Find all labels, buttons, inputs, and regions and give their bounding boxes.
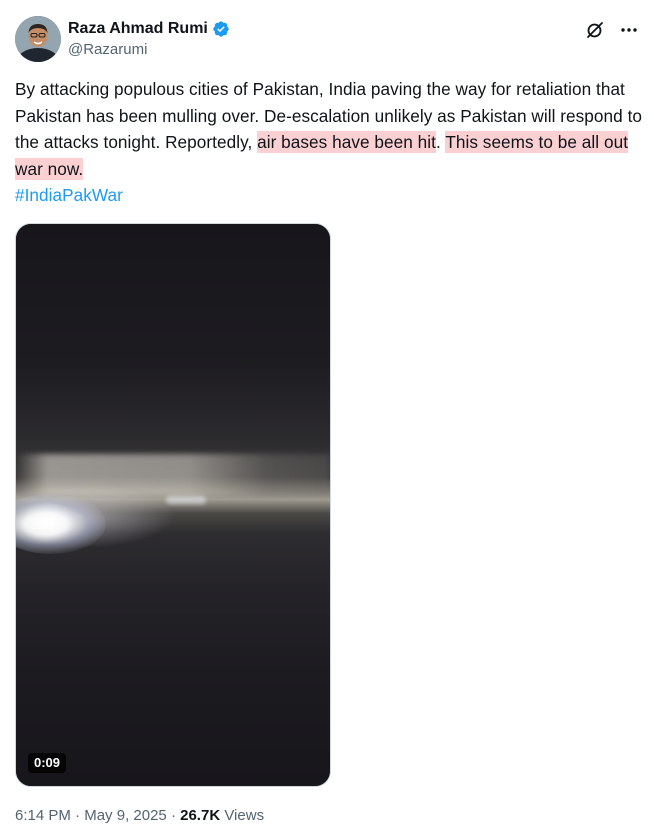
author-info: Raza Ahmad Rumi @Razarumi (68, 18, 230, 58)
video-player[interactable]: 0:09 (15, 223, 331, 787)
header-actions (585, 20, 639, 40)
views-count: 26.7K (180, 807, 221, 824)
avatar[interactable] (15, 16, 61, 62)
tweet-text: By attacking populous cities of Pakistan… (15, 76, 643, 209)
hashtag-link[interactable]: #IndiaPakWar (15, 182, 643, 209)
tweet-header: Raza Ahmad Rumi @Razarumi (15, 16, 639, 64)
tweet-date[interactable]: May 9, 2025 (84, 807, 167, 824)
verified-badge-icon (212, 20, 230, 38)
tweet-text-period: . (435, 132, 441, 152)
video-light-streak (16, 454, 330, 496)
tweet-meta: 6:14 PM · May 9, 2025 · 26.7K Views (15, 807, 264, 824)
author-handle[interactable]: @Razarumi (68, 41, 230, 58)
meta-separator: · (166, 807, 181, 824)
more-icon[interactable] (619, 20, 639, 40)
video-light-spot (166, 496, 206, 504)
video-duration-badge: 0:09 (28, 753, 67, 773)
grok-icon[interactable] (585, 20, 605, 40)
author-display-name[interactable]: Raza Ahmad Rumi (68, 20, 208, 38)
views-label: Views (224, 807, 265, 824)
meta-separator: · (70, 807, 85, 824)
tweet-time[interactable]: 6:14 PM (15, 807, 71, 824)
tweet-highlight-air-bases: air bases have been hit (257, 131, 436, 153)
